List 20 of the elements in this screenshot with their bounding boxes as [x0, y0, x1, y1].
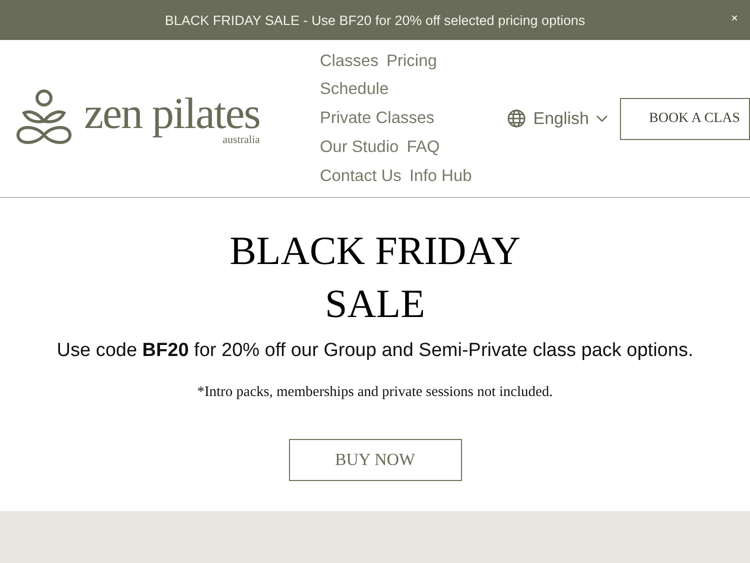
promo-footnote: *Intro packs, memberships and private sessions not included.	[197, 384, 553, 401]
logo-wordmark[interactable]: zen pilates	[84, 92, 260, 136]
nav-link[interactable]: FAQ	[406, 132, 440, 162]
book-class-button[interactable]: BOOK A CLAS	[620, 98, 750, 140]
nav-link[interactable]: Contact Us	[320, 162, 402, 190]
nav-link[interactable]: Pricing	[386, 46, 437, 76]
sale-heading: BLACK FRIDAY SALE	[230, 227, 520, 328]
promo-text: Use code BF20 for 20% off our Group and Semi-Private class pack options.	[56, 340, 694, 362]
nav-link[interactable]: Schedule	[320, 75, 389, 104]
nav-link[interactable]: Our Studio	[320, 132, 399, 162]
language-selector[interactable]: English	[507, 108, 608, 128]
nav-link[interactable]: Info Hub	[409, 162, 472, 190]
chevron-down-icon	[596, 114, 608, 122]
announcement-text: BLACK FRIDAY SALE - Use BF20 for 20% off selected pricing options	[164, 12, 586, 28]
buy-now-button[interactable]: BUY NOW	[288, 439, 462, 481]
globe-icon	[507, 109, 526, 128]
nav-link[interactable]: Private Classes	[320, 104, 434, 133]
logo-subtitle: australia	[222, 134, 260, 146]
close-button[interactable]: ×	[730, 11, 738, 25]
nav-link[interactable]: Classes	[320, 46, 378, 76]
